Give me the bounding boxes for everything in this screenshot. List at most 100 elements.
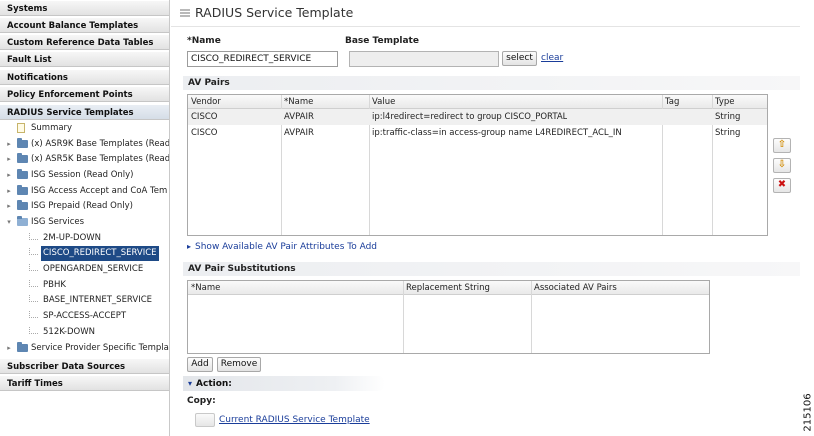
expand-icon[interactable]: ▸: [5, 152, 13, 167]
substitutions-section-header: AV Pair Substitutions: [183, 262, 800, 276]
tree-label: 2M-UP-DOWN: [43, 233, 102, 243]
tree-folder-asr5k[interactable]: ▸ (x) ASR5K Base Templates (Read: [0, 152, 169, 167]
column-header[interactable]: Tag: [663, 95, 679, 109]
vendor-cell: CISCO: [191, 128, 218, 138]
folder-icon: [17, 185, 28, 195]
navigation-sidebar: Systems Account Balance Templates Custom…: [0, 0, 170, 436]
column-header[interactable]: Type: [713, 95, 735, 109]
folder-icon: [17, 169, 28, 179]
main-panel: RADIUS Service Template *Name CISCO_REDI…: [171, 0, 800, 436]
name-input[interactable]: CISCO_REDIRECT_SERVICE: [187, 51, 338, 67]
document-icon: [17, 123, 25, 133]
name-label: *Name: [187, 36, 221, 46]
nav-notifications[interactable]: Notifications: [0, 69, 169, 85]
expand-icon[interactable]: ▸: [5, 184, 13, 199]
expand-icon[interactable]: ▸: [5, 137, 13, 152]
copy-label: Copy:: [187, 396, 216, 406]
folder-icon: [17, 138, 28, 148]
copy-current-template-link[interactable]: Current RADIUS Service Template: [219, 415, 370, 425]
folder-icon: [17, 342, 28, 352]
column-header[interactable]: Value: [370, 95, 395, 109]
tree-label: ISG Services: [31, 217, 85, 227]
nav-policy-enforcement-points[interactable]: Policy Enforcement Points: [0, 86, 169, 102]
type-cell: String: [715, 112, 741, 122]
tree-item-service[interactable]: PBHK: [0, 278, 169, 293]
nav-systems[interactable]: Systems: [0, 0, 169, 16]
type-cell: String: [715, 128, 741, 138]
tree-folder-service-provider[interactable]: ▸ Service Provider Specific Templat: [0, 341, 169, 356]
show-attributes-link[interactable]: ▸ Show Available AV Pair Attributes To Ad…: [187, 242, 377, 252]
move-down-icon[interactable]: ⇩: [773, 158, 791, 173]
expand-triangle-icon: ▸: [187, 242, 192, 251]
value-cell: ip:l4redirect=redirect to group CISCO_PO…: [372, 112, 568, 122]
folder-icon: [17, 200, 28, 210]
tree-label: ISG Access Accept and CoA Tem: [31, 186, 168, 196]
value-cell: ip:traffic-class=in access-group name L4…: [372, 128, 622, 138]
table-row[interactable]: CISCO AVPAIR ip:l4redirect=redirect to g…: [188, 109, 767, 125]
tree-label: Service Provider Specific Templat: [31, 343, 169, 353]
tree-label: (x) ASR5K Base Templates (Read: [31, 154, 169, 164]
expand-icon[interactable]: ▸: [5, 341, 13, 356]
tree-label: BASE_INTERNET_SERVICE: [43, 295, 153, 305]
tree-item-service-selected[interactable]: CISCO_REDIRECT_SERVICE: [0, 246, 169, 261]
name-cell: AVPAIR: [284, 112, 314, 122]
page-header: RADIUS Service Template: [171, 0, 800, 27]
tag-cell: [663, 110, 665, 124]
action-section-header[interactable]: ▾ Action:: [183, 376, 385, 391]
tree-item-service[interactable]: 512K-DOWN: [0, 325, 169, 340]
delete-icon[interactable]: ✖: [773, 178, 791, 193]
tree-label: ISG Prepaid (Read Only): [31, 201, 133, 211]
av-pairs-section-header: AV Pairs: [183, 76, 800, 90]
tree-folder-isg-services[interactable]: ▾ ISG Services: [0, 215, 169, 230]
av-pairs-table: Vendor *Name Value Tag Type CISCO AVPAIR…: [187, 94, 768, 236]
tree-folder-isg-prepaid[interactable]: ▸ ISG Prepaid (Read Only): [0, 199, 169, 214]
column-header[interactable]: Vendor: [189, 95, 221, 109]
collapse-icon[interactable]: ▾: [5, 215, 13, 230]
vendor-cell: CISCO: [191, 112, 218, 122]
action-title: Action:: [196, 379, 232, 389]
figure-id-text: 215106: [802, 393, 814, 432]
nav-custom-reference-data-tables[interactable]: Custom Reference Data Tables: [0, 34, 169, 50]
column-header[interactable]: Replacement String: [404, 281, 490, 295]
expand-icon[interactable]: ▸: [5, 168, 13, 183]
tree-label: CISCO_REDIRECT_SERVICE: [41, 246, 159, 261]
column-header[interactable]: *Name: [282, 95, 313, 109]
clear-link[interactable]: clear: [541, 53, 563, 63]
base-template-label: Base Template: [345, 36, 419, 46]
substitutions-table: *Name Replacement String Associated AV P…: [187, 280, 710, 354]
column-header[interactable]: Associated AV Pairs: [532, 281, 617, 295]
tree-label: (x) ASR9K Base Templates (Read: [31, 139, 169, 149]
tree-folder-asr9k[interactable]: ▸ (x) ASR9K Base Templates (Read: [0, 137, 169, 152]
add-button[interactable]: Add: [187, 357, 213, 372]
tree-item-service[interactable]: SP-ACCESS-ACCEPT: [0, 309, 169, 324]
tree-item-service[interactable]: BASE_INTERNET_SERVICE: [0, 293, 169, 308]
move-up-icon[interactable]: ⇧: [773, 138, 791, 153]
tree-item-summary[interactable]: Summary: [0, 121, 169, 136]
expand-icon[interactable]: ▸: [5, 199, 13, 214]
tree-folder-isg-session[interactable]: ▸ ISG Session (Read Only): [0, 168, 169, 183]
tag-cell: [663, 126, 665, 140]
page-title: RADIUS Service Template: [195, 5, 354, 20]
column-header[interactable]: *Name: [189, 281, 220, 295]
nav-radius-service-templates[interactable]: RADIUS Service Templates: [0, 104, 169, 120]
figure-id: 215106: [800, 393, 814, 432]
nav-subscriber-data-sources[interactable]: Subscriber Data Sources: [0, 358, 169, 374]
remove-button[interactable]: Remove: [217, 357, 261, 372]
select-button[interactable]: select: [502, 51, 537, 66]
tree-folder-isg-access-accept[interactable]: ▸ ISG Access Accept and CoA Tem: [0, 184, 169, 199]
tree-item-service[interactable]: OPENGARDEN_SERVICE: [0, 262, 169, 277]
table-row[interactable]: CISCO AVPAIR ip:traffic-class=in access-…: [188, 125, 767, 141]
nav-tariff-times[interactable]: Tariff Times: [0, 375, 169, 391]
nav-account-balance-templates[interactable]: Account Balance Templates: [0, 17, 169, 33]
tree-item-service[interactable]: 2M-UP-DOWN: [0, 231, 169, 246]
copy-icon[interactable]: [195, 413, 215, 427]
open-folder-icon: [17, 216, 28, 226]
tree-label: 512K-DOWN: [43, 327, 95, 337]
show-attributes-label: Show Available AV Pair Attributes To Add: [195, 242, 378, 252]
tree-label: OPENGARDEN_SERVICE: [43, 264, 144, 274]
tree-label: Summary: [31, 123, 73, 133]
collapse-triangle-icon: ▾: [188, 379, 193, 388]
base-template-input[interactable]: [349, 51, 499, 67]
drag-handle-icon[interactable]: [180, 9, 190, 18]
nav-fault-list[interactable]: Fault List: [0, 51, 169, 67]
